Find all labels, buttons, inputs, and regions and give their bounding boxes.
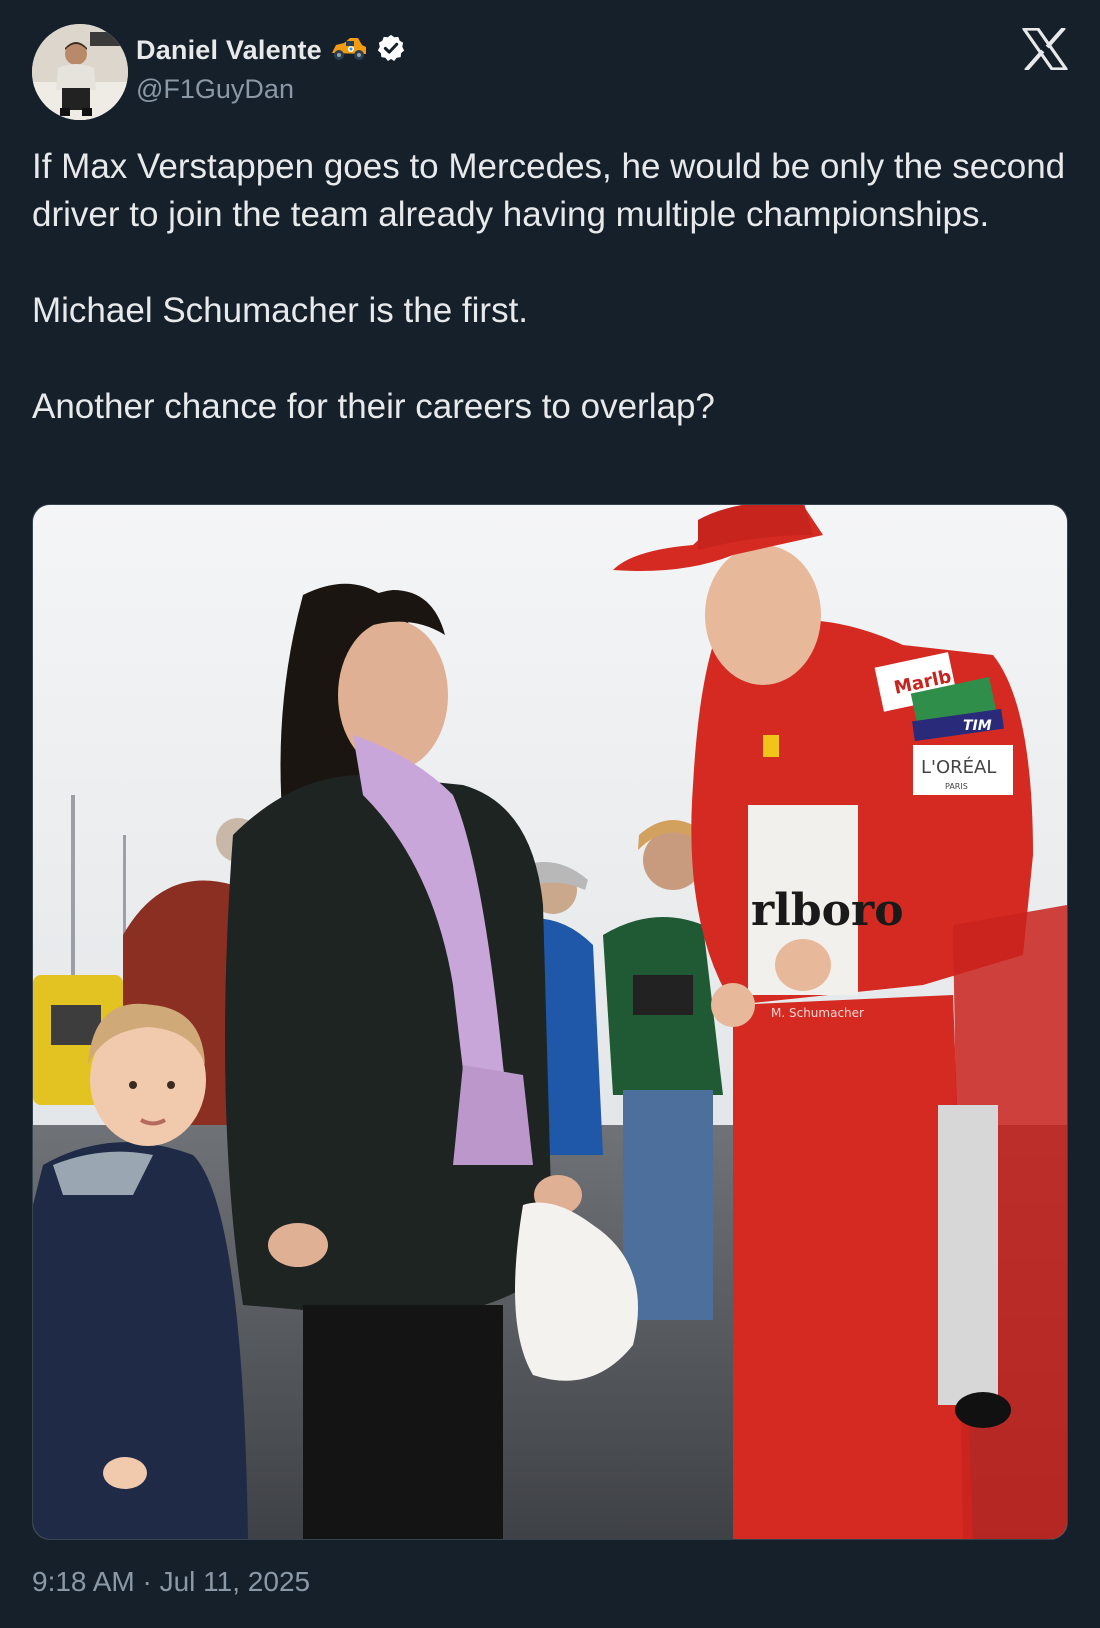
tweet-card: Daniel Valente @F1GuyDan If Max Verstapp… (0, 0, 1100, 1628)
tweet-header: Daniel Valente @F1GuyDan (32, 24, 1068, 120)
name-row: Daniel Valente (136, 32, 406, 68)
patch-paris: PARIS (945, 782, 968, 791)
verified-badge-icon (376, 33, 406, 68)
patch-driver-name: M. Schumacher (771, 1006, 864, 1020)
patch-tim: TIM (963, 718, 992, 734)
photo-illustration: Marlb TIM L'ORÉAL PARIS rlboro M. Schuma… (33, 505, 1067, 1539)
tweet-paragraph: If Max Verstappen goes to Mercedes, he w… (32, 147, 1066, 234)
patch-marlboro-chest: rlboro (751, 885, 904, 936)
tweet-timestamp[interactable]: 9:18 AM · Jul 11, 2025 (32, 1566, 310, 1598)
tweet-photo[interactable]: Marlb TIM L'ORÉAL PARIS rlboro M. Schuma… (32, 504, 1068, 1540)
author-display-name[interactable]: Daniel Valente (136, 35, 322, 66)
tweet-paragraph: Another chance for their careers to over… (32, 387, 715, 426)
author-info: Daniel Valente @F1GuyDan (136, 32, 406, 105)
author-handle[interactable]: @F1GuyDan (136, 74, 406, 105)
racing-car-emoji-icon (330, 35, 368, 66)
tweet-body: If Max Verstappen goes to Mercedes, he w… (32, 143, 1072, 431)
tweet-paragraph: Michael Schumacher is the first. (32, 291, 529, 330)
x-logo-icon[interactable] (1022, 26, 1068, 72)
patch-loreal: L'ORÉAL (921, 756, 996, 778)
author-avatar[interactable] (32, 24, 128, 120)
